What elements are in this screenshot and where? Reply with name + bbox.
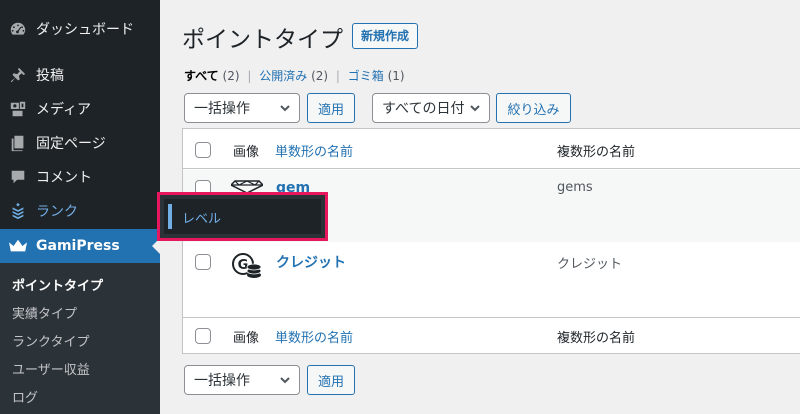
sidebar-item-label: ランク bbox=[36, 204, 78, 220]
sidebar-item-comments[interactable]: コメント bbox=[0, 160, 160, 194]
filter-separator: | bbox=[335, 69, 340, 83]
sidebar-item-label: GamiPress bbox=[36, 238, 120, 254]
column-singular-sort[interactable]: 単数形の名前 bbox=[275, 141, 353, 160]
point-types-table: 画像 単数形の名前 複数形の名前 gem gems G クレジット クレジット … bbox=[182, 128, 800, 354]
apply-button-bottom[interactable]: 適用 bbox=[307, 365, 355, 395]
submenu-item-user-earnings[interactable]: ユーザー収益 bbox=[12, 359, 90, 378]
rank-icon bbox=[0, 202, 36, 220]
crown-icon bbox=[0, 237, 36, 255]
sidebar-item-label: 固定ページ bbox=[36, 136, 106, 152]
sidebar-item-label: 投稿 bbox=[36, 68, 64, 84]
chevron-down-icon bbox=[279, 102, 291, 118]
filter-all-count: (2) bbox=[222, 69, 240, 83]
comment-icon bbox=[0, 168, 36, 186]
flyout-item-label: レベル bbox=[182, 212, 222, 227]
select-all-checkbox-footer[interactable] bbox=[195, 328, 211, 344]
sidebar-item-gamipress[interactable]: GamiPress bbox=[0, 229, 160, 263]
filter-separator: | bbox=[247, 69, 252, 83]
row-plural-name: gems bbox=[557, 180, 593, 195]
column-image: 画像 bbox=[233, 145, 260, 160]
column-plural: 複数形の名前 bbox=[557, 331, 636, 346]
flyout-item-level[interactable]: レベル bbox=[164, 199, 321, 234]
select-all-checkbox[interactable] bbox=[195, 142, 211, 158]
flyout-indicator bbox=[168, 204, 172, 229]
row-checkbox[interactable] bbox=[195, 254, 211, 270]
admin-sidebar: ダッシュボード 投稿 メディア 固定ページ コメント ランク GamiPress… bbox=[0, 0, 160, 414]
sidebar-item-label: ダッシュボード bbox=[36, 22, 134, 38]
credit-coin-icon: G bbox=[231, 251, 263, 285]
filter-trash-link[interactable]: ゴミ箱 bbox=[348, 69, 384, 83]
submenu-item-logs[interactable]: ログ bbox=[12, 387, 38, 406]
filter-trash-count: (1) bbox=[387, 69, 405, 83]
bulk-action-select-top[interactable]: 一括操作 bbox=[184, 93, 300, 123]
add-new-button[interactable]: 新規作成 bbox=[352, 23, 419, 49]
column-singular-sort[interactable]: 単数形の名前 bbox=[275, 327, 353, 346]
bulk-action-value: 一括操作 bbox=[194, 101, 250, 117]
table-header: 画像 単数形の名前 複数形の名前 bbox=[183, 129, 800, 169]
bulk-action-select-bottom[interactable]: 一括操作 bbox=[184, 365, 300, 395]
sidebar-item-rank[interactable]: ランク bbox=[0, 194, 160, 228]
bulk-action-value: 一括操作 bbox=[194, 373, 250, 389]
submenu-item-rank-types[interactable]: ランクタイプ bbox=[12, 331, 89, 350]
submenu-item-point-types[interactable]: ポイントタイプ bbox=[12, 275, 103, 294]
gamipress-submenu: ポイントタイプ 実績タイプ ランクタイプ ユーザー収益 ログ bbox=[0, 263, 160, 414]
filter-button[interactable]: 絞り込み bbox=[496, 93, 571, 123]
filter-all-link[interactable]: すべて bbox=[184, 69, 219, 83]
submenu-item-achievement-types[interactable]: 実績タイプ bbox=[12, 303, 77, 322]
table-row: G クレジット クレジット bbox=[183, 242, 800, 317]
chevron-down-icon bbox=[469, 102, 481, 118]
column-plural: 複数形の名前 bbox=[557, 145, 636, 160]
table-footer: 画像 単数形の名前 複数形の名前 bbox=[183, 317, 800, 354]
date-filter-select[interactable]: すべての日付 bbox=[372, 93, 490, 123]
media-icon bbox=[0, 100, 36, 118]
date-filter-value: すべての日付 bbox=[382, 101, 465, 117]
pin-icon bbox=[0, 66, 36, 84]
status-filter-links: すべて (2) | 公開済み (2) | ゴミ箱 (1) bbox=[184, 67, 405, 84]
sidebar-item-posts[interactable]: 投稿 bbox=[0, 58, 160, 92]
dashboard-icon bbox=[0, 20, 36, 38]
sidebar-item-label: コメント bbox=[36, 170, 92, 186]
chevron-down-icon bbox=[279, 374, 291, 390]
row-title-link[interactable]: クレジット bbox=[276, 252, 346, 272]
column-image: 画像 bbox=[233, 331, 260, 346]
page-title: ポイントタイプ bbox=[182, 27, 343, 53]
sidebar-item-dashboard[interactable]: ダッシュボード bbox=[0, 12, 160, 46]
filter-published-count: (2) bbox=[311, 69, 329, 83]
sidebar-item-media[interactable]: メディア bbox=[0, 92, 160, 126]
page-icon bbox=[0, 134, 36, 152]
rank-flyout-menu: レベル bbox=[157, 192, 328, 241]
apply-button-top[interactable]: 適用 bbox=[307, 93, 355, 123]
sidebar-item-pages[interactable]: 固定ページ bbox=[0, 126, 160, 160]
sidebar-item-label: メディア bbox=[36, 102, 92, 118]
filter-published-link[interactable]: 公開済み bbox=[259, 69, 307, 83]
row-plural-name: クレジット bbox=[557, 257, 623, 272]
